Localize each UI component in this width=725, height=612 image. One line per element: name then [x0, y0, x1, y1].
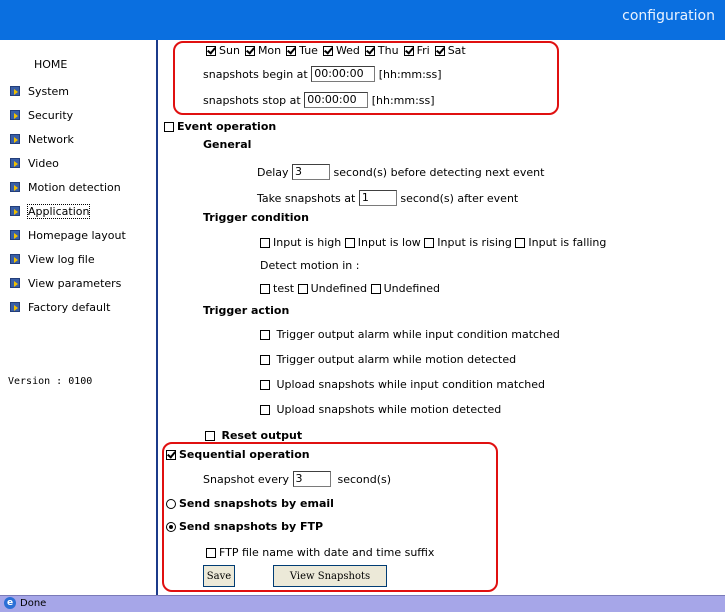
checkbox[interactable]	[260, 404, 270, 415]
arrow-icon	[10, 182, 20, 192]
snapshot-every-input[interactable]: 3	[292, 471, 331, 487]
checkbox[interactable]	[515, 237, 526, 248]
action-checkbox[interactable]: Trigger output alarm while motion detect…	[260, 353, 516, 366]
sidebar: HOME System Security Network Video Motio…	[0, 40, 158, 595]
general-heading: General	[203, 138, 252, 151]
checkbox[interactable]	[344, 237, 355, 248]
stop-time-input[interactable]: 00:00:00	[304, 92, 369, 108]
arrow-icon	[10, 110, 20, 120]
checkbox[interactable]	[370, 283, 381, 294]
arrow-icon	[10, 302, 20, 312]
sidebar-item-factory-default[interactable]: Factory default	[10, 298, 110, 316]
checkbox[interactable]	[244, 45, 255, 56]
checkbox[interactable]	[297, 283, 308, 294]
sidebar-item-view-log-file[interactable]: View log file	[10, 250, 95, 268]
checkbox[interactable]	[260, 379, 270, 390]
save-button[interactable]: Save	[203, 565, 235, 587]
ie-icon: e	[4, 597, 16, 609]
view-snapshots-button[interactable]: View Snapshots	[273, 565, 387, 587]
trigger-action-heading: Trigger action	[203, 304, 290, 317]
checkbox[interactable]	[260, 354, 270, 365]
checkbox[interactable]	[260, 283, 270, 294]
snapshot-every-row: Snapshot every 3 second(s)	[203, 471, 392, 487]
status-bar: e Done	[0, 595, 725, 612]
checkbox[interactable]	[166, 449, 176, 460]
arrow-icon	[10, 278, 20, 288]
action-checkbox[interactable]: Upload snapshots while input condition m…	[260, 378, 545, 391]
checkbox[interactable]	[164, 121, 174, 132]
day-wed[interactable]: Wed	[322, 44, 360, 57]
checkbox[interactable]	[364, 45, 375, 56]
sidebar-item-system[interactable]: System	[10, 82, 69, 100]
version-label: Version : 0100	[8, 376, 93, 387]
checkbox[interactable]	[424, 237, 435, 248]
day-fri[interactable]: Fri	[403, 44, 430, 57]
sidebar-item-application[interactable]: Application	[10, 202, 91, 220]
checkbox[interactable]	[205, 430, 215, 441]
motion-windows: test Undefined Undefined	[260, 282, 440, 295]
checkbox[interactable]	[206, 45, 216, 56]
email-radio[interactable]: Send snapshots by email	[166, 497, 334, 510]
status-text: Done	[20, 597, 47, 609]
arrow-icon	[10, 158, 20, 168]
sidebar-item-view-parameters[interactable]: View parameters	[10, 274, 121, 292]
day-thu[interactable]: Thu	[364, 44, 399, 57]
begin-time-input[interactable]: 00:00:00	[311, 66, 376, 82]
take-snapshot-row: Take snapshots at 1 second(s) after even…	[257, 190, 519, 206]
action-checkbox[interactable]: Trigger output alarm while input conditi…	[260, 328, 560, 341]
checkbox[interactable]	[286, 45, 297, 56]
day-tue[interactable]: Tue	[286, 44, 318, 57]
checkbox[interactable]	[260, 329, 270, 340]
sidebar-item-network[interactable]: Network	[10, 130, 74, 148]
begin-row: snapshots begin at 00:00:00 [hh:mm:ss]	[203, 66, 442, 82]
arrow-icon	[10, 254, 20, 264]
sidebar-item-homepage-layout[interactable]: Homepage layout	[10, 226, 126, 244]
arrow-icon	[10, 134, 20, 144]
delay-input[interactable]: 3	[292, 164, 331, 180]
input-conditions: Input is high Input is low Input is risi…	[260, 236, 606, 249]
checkbox[interactable]	[403, 45, 414, 56]
arrow-icon	[10, 86, 20, 96]
arrow-icon	[10, 230, 20, 240]
sidebar-item-security[interactable]: Security	[10, 106, 73, 124]
sidebar-item-video[interactable]: Video	[10, 154, 59, 172]
radio[interactable]	[166, 521, 176, 532]
page-title: configuration	[622, 8, 715, 24]
detect-motion-label: Detect motion in :	[260, 259, 360, 272]
day-checkbox-group: Sun Mon Tue Wed Thu Fri Sat	[206, 44, 471, 57]
radio[interactable]	[166, 498, 176, 509]
event-operation-checkbox[interactable]: Event operation	[164, 120, 276, 133]
reset-output-checkbox[interactable]: Reset output	[205, 429, 302, 442]
checkbox[interactable]	[322, 45, 333, 56]
ftp-radio[interactable]: Send snapshots by FTP	[166, 520, 323, 533]
trigger-condition-heading: Trigger condition	[203, 211, 309, 224]
sidebar-item-motion-detection[interactable]: Motion detection	[10, 178, 121, 196]
header-bar: configuration	[0, 0, 725, 40]
checkbox[interactable]	[260, 237, 270, 248]
action-checkbox[interactable]: Upload snapshots while motion detected	[260, 403, 501, 416]
take-snapshot-input[interactable]: 1	[358, 190, 397, 206]
day-sat[interactable]: Sat	[434, 44, 466, 57]
sequential-operation-checkbox[interactable]: Sequential operation	[166, 448, 310, 461]
sidebar-home-link[interactable]: HOME	[34, 58, 67, 71]
ftp-suffix-checkbox[interactable]: FTP file name with date and time suffix	[206, 546, 434, 559]
main-content: Sun Mon Tue Wed Thu Fri Sat snapshots be…	[160, 40, 725, 595]
arrow-icon	[10, 206, 20, 216]
stop-row: snapshots stop at 00:00:00 [hh:mm:ss]	[203, 92, 435, 108]
day-sun[interactable]: Sun	[206, 44, 240, 57]
day-mon[interactable]: Mon	[244, 44, 281, 57]
delay-row: Delay 3 second(s) before detecting next …	[257, 164, 545, 180]
checkbox[interactable]	[206, 547, 216, 558]
checkbox[interactable]	[434, 45, 445, 56]
